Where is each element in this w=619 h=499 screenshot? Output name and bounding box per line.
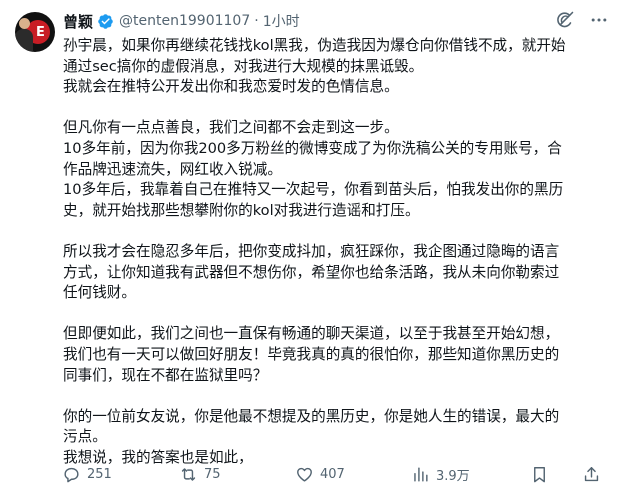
- reply-icon: [64, 467, 79, 483]
- views-count: 3.9万: [436, 469, 470, 484]
- like-icon: [297, 467, 312, 482]
- bookmark-button[interactable]: [530, 465, 549, 484]
- repost-icon: [181, 468, 196, 481]
- verified-badge-icon: [98, 13, 113, 29]
- more-icon[interactable]: [589, 10, 609, 30]
- tweet-header: 曾颖 @tenten19901107 · 1小时: [63, 10, 300, 32]
- repost-button[interactable]: 75: [179, 465, 221, 484]
- views-button[interactable]: 3.9万: [411, 465, 470, 484]
- author-handle[interactable]: @tenten19901107: [119, 13, 250, 29]
- author-name[interactable]: 曾颖: [63, 11, 93, 32]
- avatar[interactable]: E: [15, 12, 55, 52]
- separator-dot: ·: [254, 13, 259, 29]
- tweet-text: 孙宇晨，如果你再继续花钱找kol黑我，伪造我因为爆仓向你借钱不成，就开始 通过s…: [63, 37, 566, 466]
- header-actions: [555, 10, 609, 30]
- tweet-timestamp[interactable]: 1小时: [263, 11, 300, 31]
- grok-icon[interactable]: [555, 10, 575, 30]
- bookmark-icon: [534, 467, 545, 483]
- reply-button[interactable]: 251: [62, 465, 112, 484]
- like-button[interactable]: 407: [295, 465, 345, 484]
- avatar-logo-letter: E: [36, 25, 45, 40]
- repost-count: 75: [204, 467, 221, 482]
- share-icon: [584, 467, 599, 482]
- reply-count: 251: [87, 467, 112, 482]
- share-button[interactable]: [582, 465, 601, 484]
- tweet-actions-bar: 251 75 407 3.9万: [57, 465, 609, 487]
- views-icon: [414, 467, 428, 482]
- like-count: 407: [320, 467, 345, 482]
